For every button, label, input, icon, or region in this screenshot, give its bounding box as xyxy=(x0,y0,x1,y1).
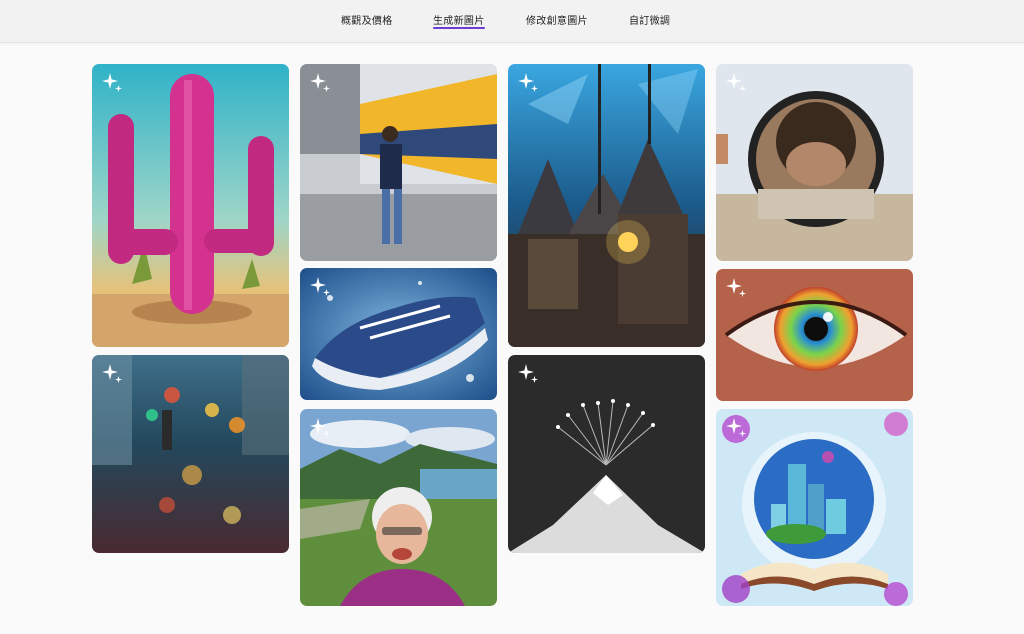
gallery-image-eye[interactable] xyxy=(716,269,913,401)
tab-generate-new-image[interactable]: 生成新圖片 xyxy=(433,12,485,34)
cactus-image xyxy=(92,64,289,347)
tab-overview-pricing[interactable]: 概觀及價格 xyxy=(341,12,393,34)
gallery-image-cactus[interactable] xyxy=(92,64,289,347)
gallery-image-grandma[interactable] xyxy=(300,409,497,606)
sparkle-icon xyxy=(724,416,748,440)
sparkle-icon xyxy=(308,416,332,440)
gallery-image-man-tram[interactable] xyxy=(300,64,497,261)
sparkle-icon xyxy=(308,71,332,95)
tab-custom-finetune[interactable]: 自訂微調 xyxy=(629,12,670,34)
gallery-image-magnifier[interactable] xyxy=(716,64,913,261)
gallery-image-castle[interactable] xyxy=(508,64,705,347)
sparkle-icon xyxy=(100,362,124,386)
gallery-image-mountain[interactable] xyxy=(508,355,705,553)
sparkle-icon xyxy=(308,275,332,299)
gallery-image-shoe[interactable] xyxy=(300,268,497,400)
sparkle-icon xyxy=(724,276,748,300)
sparkle-icon xyxy=(516,362,540,386)
top-nav: 概觀及價格 生成新圖片 修改創意圖片 自訂微調 xyxy=(0,0,1024,43)
sparkle-icon xyxy=(100,71,124,95)
sparkle-icon xyxy=(516,71,540,95)
castle-image xyxy=(508,64,705,347)
tab-edit-creative-image[interactable]: 修改創意圖片 xyxy=(526,12,588,34)
gallery-image-book-city[interactable] xyxy=(716,409,913,606)
sparkle-icon xyxy=(724,71,748,95)
gallery-image-city-rain[interactable] xyxy=(92,355,289,553)
